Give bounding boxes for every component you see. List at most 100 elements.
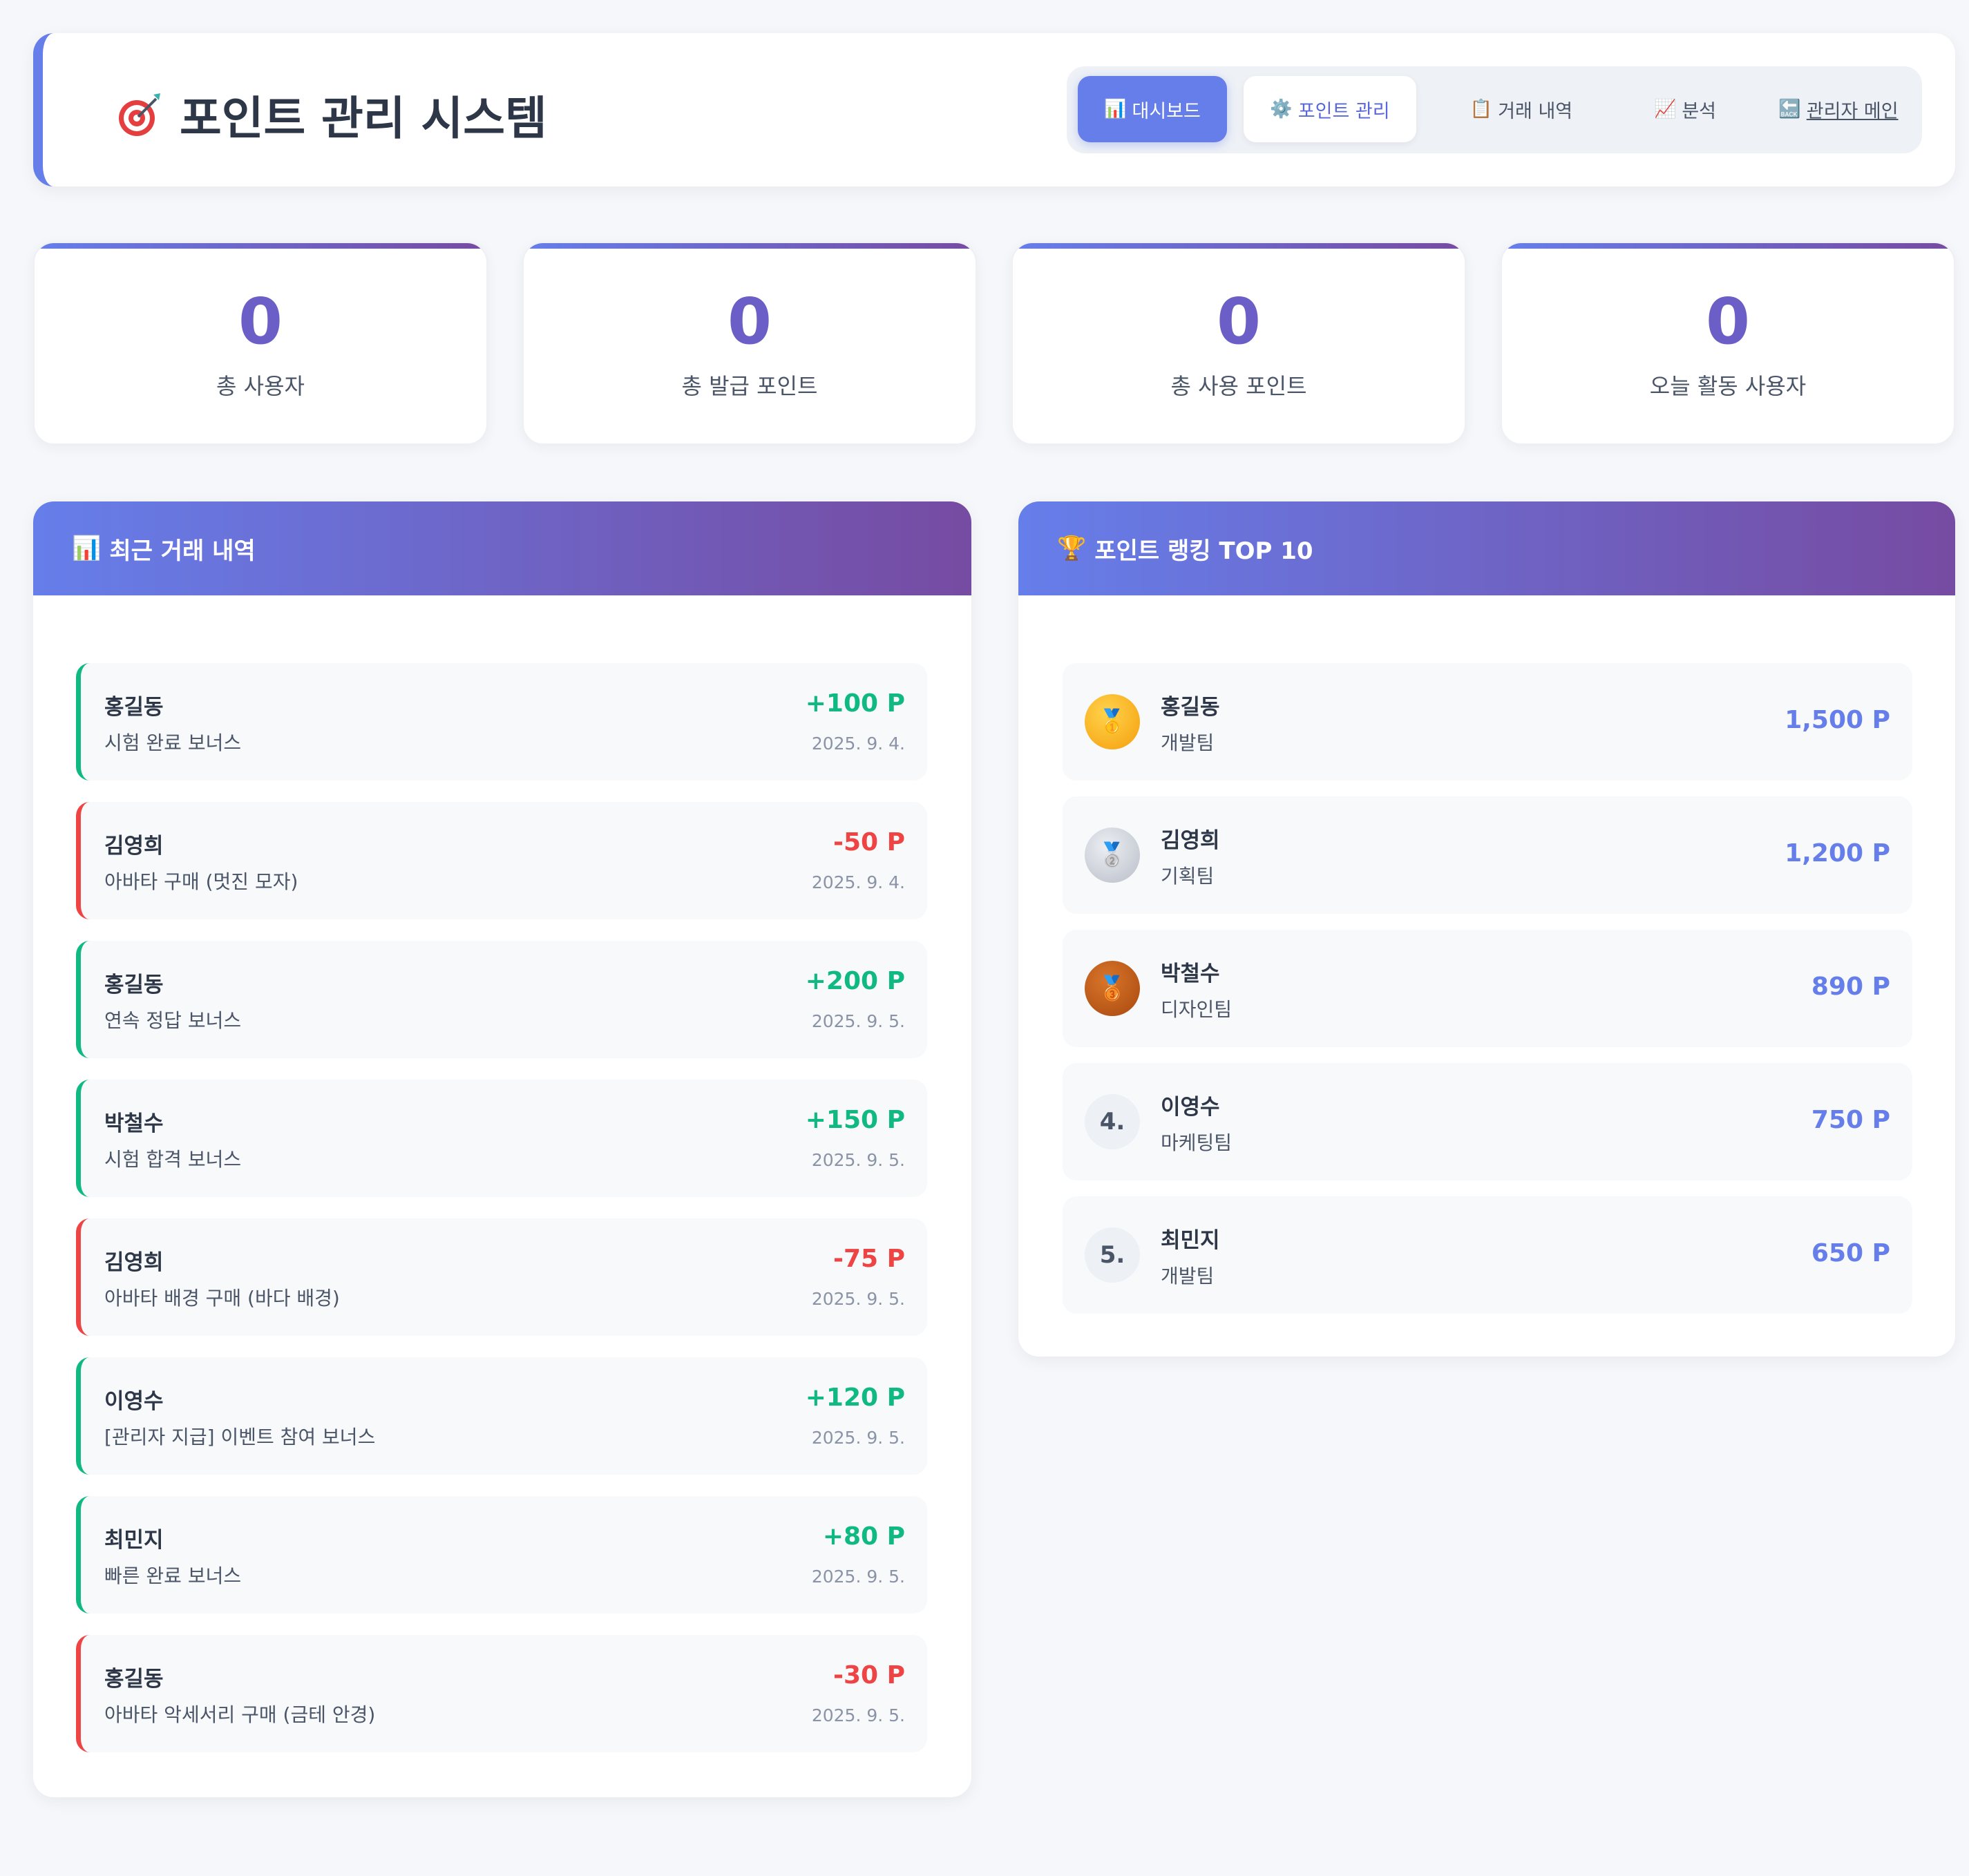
ranking-item[interactable]: 🥇 홍길동 개발팀 1,500 P	[1063, 663, 1912, 781]
stat-value: 0	[1216, 285, 1261, 358]
trend-chart-icon: 📈	[1653, 99, 1677, 119]
ranking-team: 개발팀	[1161, 1265, 1215, 1288]
transaction-date: 2025. 9. 5.	[811, 1428, 905, 1448]
nav-admin-main-link[interactable]: 🔙 관리자 메인	[1763, 76, 1914, 142]
stat-value: 0	[238, 285, 283, 358]
transaction-date: 2025. 9. 4.	[811, 872, 905, 892]
ranking-panel: 🏆 포인트 랭킹 TOP 10 🥇 홍길동 개발팀 1,500 P 🥈 김영희 …	[1018, 501, 1955, 1357]
transaction-user: 김영희	[104, 1250, 164, 1275]
trophy-icon: 🏆	[1057, 535, 1087, 562]
transaction-description: 연속 정답 보너스	[104, 1009, 242, 1032]
transaction-amount: -75 P	[833, 1245, 905, 1273]
target-icon	[115, 90, 163, 139]
ranking-item[interactable]: 🥈 김영희 기획팀 1,200 P	[1063, 796, 1912, 914]
transaction-amount: +150 P	[805, 1106, 905, 1134]
transaction-date: 2025. 9. 5.	[811, 1011, 905, 1031]
stat-card-total-users: 0 총 사용자	[33, 242, 488, 445]
ranking-team: 디자인팀	[1161, 998, 1233, 1021]
transaction-amount: +80 P	[822, 1522, 905, 1551]
gold-medal-icon: 🥇	[1085, 694, 1140, 749]
stat-label: 총 사용 포인트	[1170, 373, 1307, 399]
transaction-item[interactable]: 최민지 빠른 완료 보너스 +80 P 2025. 9. 5.	[76, 1496, 927, 1614]
transaction-description: 아바타 구매 (멋진 모자)	[104, 870, 298, 893]
nav-transactions-button[interactable]: 📋 거래 내역	[1440, 76, 1603, 142]
bar-chart-icon: 📊	[72, 535, 102, 562]
bronze-medal-icon: 🥉	[1085, 961, 1140, 1016]
ranking-team: 개발팀	[1161, 731, 1215, 754]
ranking-user: 이영수	[1161, 1095, 1220, 1120]
transaction-user: 홍길동	[104, 973, 164, 997]
transaction-amount: -30 P	[833, 1661, 905, 1690]
nav-analytics-button[interactable]: 📈 분석	[1625, 76, 1745, 142]
transaction-description: 시험 합격 보너스	[104, 1148, 242, 1171]
ranking-item[interactable]: 4. 이영수 마케팅팀 750 P	[1063, 1063, 1912, 1180]
transaction-description: [관리자 지급] 이벤트 참여 보너스	[104, 1426, 376, 1448]
transaction-amount: +120 P	[805, 1384, 905, 1412]
transaction-item[interactable]: 이영수 [관리자 지급] 이벤트 참여 보너스 +120 P 2025. 9. …	[76, 1357, 927, 1475]
silver-medal-icon: 🥈	[1085, 827, 1140, 883]
ranking-points: 890 P	[1811, 973, 1890, 1001]
panel-title: 포인트 랭킹 TOP 10	[1094, 537, 1313, 565]
ranking-user: 박철수	[1161, 961, 1220, 986]
nav-bar: 📊 대시보드 ⚙️ 포인트 관리 📋 거래 내역 📈 분석 🔙 관리자 메인	[1067, 66, 1922, 153]
back-arrow-icon: 🔙	[1778, 99, 1801, 119]
nav-point-management-button[interactable]: ⚙️ 포인트 관리	[1244, 76, 1416, 142]
transaction-description: 시험 완료 보너스	[104, 731, 242, 754]
stat-card-active-today: 0 오늘 활동 사용자	[1501, 242, 1955, 445]
transaction-user: 최민지	[104, 1528, 164, 1553]
transaction-user: 홍길동	[104, 695, 164, 720]
title-wrap: 포인트 관리 시스템	[115, 82, 547, 148]
ranking-user: 김영희	[1161, 828, 1220, 853]
transaction-description: 아바타 악세서리 구매 (금테 안경)	[104, 1703, 376, 1726]
transaction-item[interactable]: 홍길동 시험 완료 보너스 +100 P 2025. 9. 4.	[76, 663, 927, 781]
stat-label: 총 사용자	[216, 373, 305, 399]
page: 포인트 관리 시스템 📊 대시보드 ⚙️ 포인트 관리 📋 거래 내역 📈 분석…	[0, 0, 1969, 1876]
transaction-user: 이영수	[104, 1389, 164, 1414]
stat-value: 0	[727, 285, 772, 358]
transaction-item[interactable]: 김영희 아바타 구매 (멋진 모자) -50 P 2025. 9. 4.	[76, 802, 927, 919]
stat-label: 오늘 활동 사용자	[1649, 373, 1807, 399]
transaction-amount: +100 P	[805, 689, 905, 718]
ranking-points: 1,200 P	[1785, 839, 1890, 868]
ranking-item[interactable]: 5. 최민지 개발팀 650 P	[1063, 1196, 1912, 1314]
transaction-description: 빠른 완료 보너스	[104, 1564, 242, 1587]
ranking-points: 750 P	[1811, 1106, 1890, 1134]
ranking-user: 홍길동	[1161, 695, 1220, 720]
transaction-date: 2025. 9. 5.	[811, 1567, 905, 1587]
rank-number: 4.	[1085, 1094, 1140, 1149]
transaction-date: 2025. 9. 5.	[811, 1705, 905, 1725]
nav-dashboard-button[interactable]: 📊 대시보드	[1078, 76, 1227, 142]
recent-transactions-panel: 📊 최근 거래 내역 홍길동 시험 완료 보너스 +100 P 2025. 9.…	[33, 501, 971, 1797]
transaction-user: 홍길동	[104, 1667, 164, 1692]
clipboard-icon: 📋	[1469, 99, 1493, 119]
transaction-description: 아바타 배경 구매 (바다 배경)	[104, 1287, 340, 1310]
transaction-date: 2025. 9. 5.	[811, 1150, 905, 1170]
stat-label: 총 발급 포인트	[681, 373, 818, 399]
panel-title: 최근 거래 내역	[109, 537, 256, 565]
ranking-user: 최민지	[1161, 1228, 1220, 1253]
page-title: 포인트 관리 시스템	[180, 92, 547, 145]
ranking-item[interactable]: 🥉 박철수 디자인팀 890 P	[1063, 930, 1912, 1047]
transaction-item[interactable]: 김영희 아바타 배경 구매 (바다 배경) -75 P 2025. 9. 5.	[76, 1218, 927, 1336]
ranking-points: 650 P	[1811, 1239, 1890, 1267]
ranking-points: 1,500 P	[1785, 706, 1890, 734]
transaction-amount: -50 P	[833, 828, 905, 856]
gear-icon: ⚙️	[1270, 99, 1293, 119]
transaction-user: 김영희	[104, 834, 164, 859]
stat-card-total-used: 0 총 사용 포인트	[1011, 242, 1466, 445]
ranking-team: 마케팅팀	[1161, 1131, 1233, 1154]
stat-card-total-issued: 0 총 발급 포인트	[522, 242, 977, 445]
ranking-team: 기획팀	[1161, 865, 1215, 888]
transaction-user: 박철수	[104, 1111, 164, 1136]
transaction-item[interactable]: 홍길동 아바타 악세서리 구매 (금테 안경) -30 P 2025. 9. 5…	[76, 1635, 927, 1752]
rank-number: 5.	[1085, 1227, 1140, 1283]
bar-chart-icon: 📊	[1104, 99, 1127, 119]
transaction-item[interactable]: 박철수 시험 합격 보너스 +150 P 2025. 9. 5.	[76, 1080, 927, 1197]
stat-value: 0	[1705, 285, 1750, 358]
transaction-date: 2025. 9. 5.	[811, 1289, 905, 1309]
transaction-amount: +200 P	[805, 967, 905, 995]
transaction-date: 2025. 9. 4.	[811, 734, 905, 754]
panel-header: 📊 최근 거래 내역	[33, 501, 971, 595]
panel-header: 🏆 포인트 랭킹 TOP 10	[1018, 501, 1955, 595]
transaction-item[interactable]: 홍길동 연속 정답 보너스 +200 P 2025. 9. 5.	[76, 941, 927, 1058]
